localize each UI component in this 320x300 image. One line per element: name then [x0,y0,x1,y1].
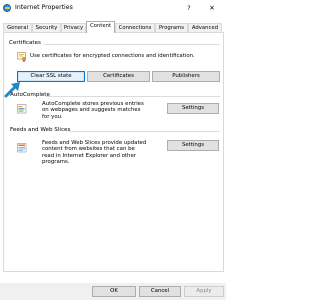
group-divider [69,131,220,132]
dialog-footer: OK Cancel Apply [0,283,226,300]
group-divider [46,96,220,97]
window-title: Internet Properties [15,4,73,11]
feeds-settings-button[interactable]: Settings [167,140,219,151]
help-button[interactable]: ? [184,3,194,13]
clear-ssl-state-button[interactable]: Clear SSL state [17,71,85,82]
apply-button[interactable]: Apply [184,286,224,297]
feed-icon [17,143,27,153]
certificates-description: Use certificates for encrypted connectio… [30,53,195,59]
publishers-button[interactable]: Publishers [152,71,220,82]
certificates-heading: Certificates [9,40,41,46]
ok-button[interactable]: OK [92,286,136,297]
cancel-button[interactable]: Cancel [139,286,181,297]
tab-content[interactable]: Content [86,21,115,33]
title-bar: Internet Properties ? ✕ [0,0,226,16]
internet-options-icon [3,4,11,12]
certificates-button[interactable]: Certificates [87,71,150,82]
certificate-icon [17,52,26,62]
group-divider [44,44,220,45]
close-button[interactable]: ✕ [207,3,217,13]
autocomplete-heading: AutoComplete [10,92,50,98]
autocomplete-settings-button[interactable]: Settings [167,103,219,114]
autocomplete-icon [17,104,27,114]
feeds-description: Feeds and Web Slices provide updated con… [42,140,147,166]
autocomplete-description: AutoComplete stores previous entries on … [42,101,144,120]
feeds-heading: Feeds and Web Slices [10,127,71,133]
